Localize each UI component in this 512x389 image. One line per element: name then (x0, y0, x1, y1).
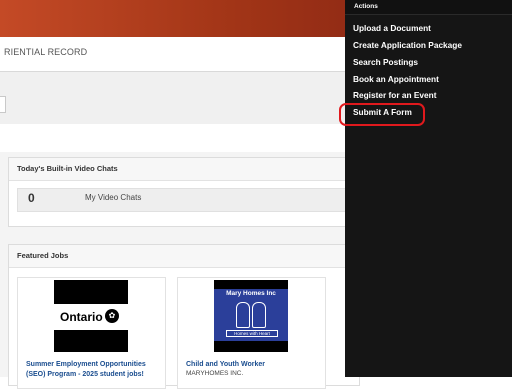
search-postings-link[interactable]: Search Postings (353, 57, 418, 67)
actions-title: Actions (354, 3, 378, 10)
person-icon (236, 302, 250, 328)
video-chats-count: 0 (28, 191, 35, 205)
book-appointment-link[interactable]: Book an Appointment (353, 74, 439, 84)
person-icon (252, 302, 266, 328)
maryhomes-tagline: Homes with Heart (226, 330, 278, 337)
job-company: MARYHOMES INC. (186, 370, 244, 377)
actions-header: Actions (345, 0, 512, 15)
logo-black-band (54, 280, 128, 304)
actions-sidebar: Actions Upload a Document Create Applica… (345, 0, 512, 377)
job-card[interactable]: Ontario ✿ Summer Employment Opportunitie… (17, 277, 166, 389)
trillium-icon: ✿ (105, 309, 119, 323)
job-title-link[interactable]: Summer Employment Opportunities (SEO) Pr… (26, 360, 161, 380)
ontario-logo: Ontario ✿ (54, 280, 128, 352)
video-chats-row[interactable]: 0 My Video Chats (17, 188, 359, 212)
maryhomes-logo: Mary Homes Inc Homes with Heart (214, 280, 288, 352)
page-title: RIENTIAL RECORD (4, 47, 88, 57)
upload-document-link[interactable]: Upload a Document (353, 23, 431, 33)
create-application-package-link[interactable]: Create Application Package (353, 40, 462, 50)
tab-fragment[interactable] (0, 96, 6, 113)
video-chats-title: Today's Built-in Video Chats (9, 158, 359, 181)
logo-black-band (214, 280, 288, 289)
record-header: RIENTIAL RECORD (0, 37, 345, 72)
video-chats-label[interactable]: My Video Chats (85, 193, 141, 202)
featured-jobs-panel: Featured Jobs Ontario ✿ Summer Employmen… (8, 244, 360, 389)
register-event-link[interactable]: Register for an Event (353, 90, 436, 100)
job-title-link[interactable]: Child and Youth Worker (186, 360, 321, 370)
featured-jobs-title: Featured Jobs (9, 245, 359, 268)
ontario-logo-text: Ontario (60, 310, 103, 324)
job-card[interactable]: Mary Homes Inc Homes with Heart Child an… (177, 277, 326, 389)
maryhomes-logo-text: Mary Homes Inc (226, 290, 276, 297)
submit-form-highlight (339, 103, 425, 126)
content-band (0, 124, 345, 152)
video-chats-panel: Today's Built-in Video Chats 0 My Video … (8, 157, 360, 227)
logo-black-band (214, 341, 288, 352)
tab-strip (0, 72, 345, 125)
